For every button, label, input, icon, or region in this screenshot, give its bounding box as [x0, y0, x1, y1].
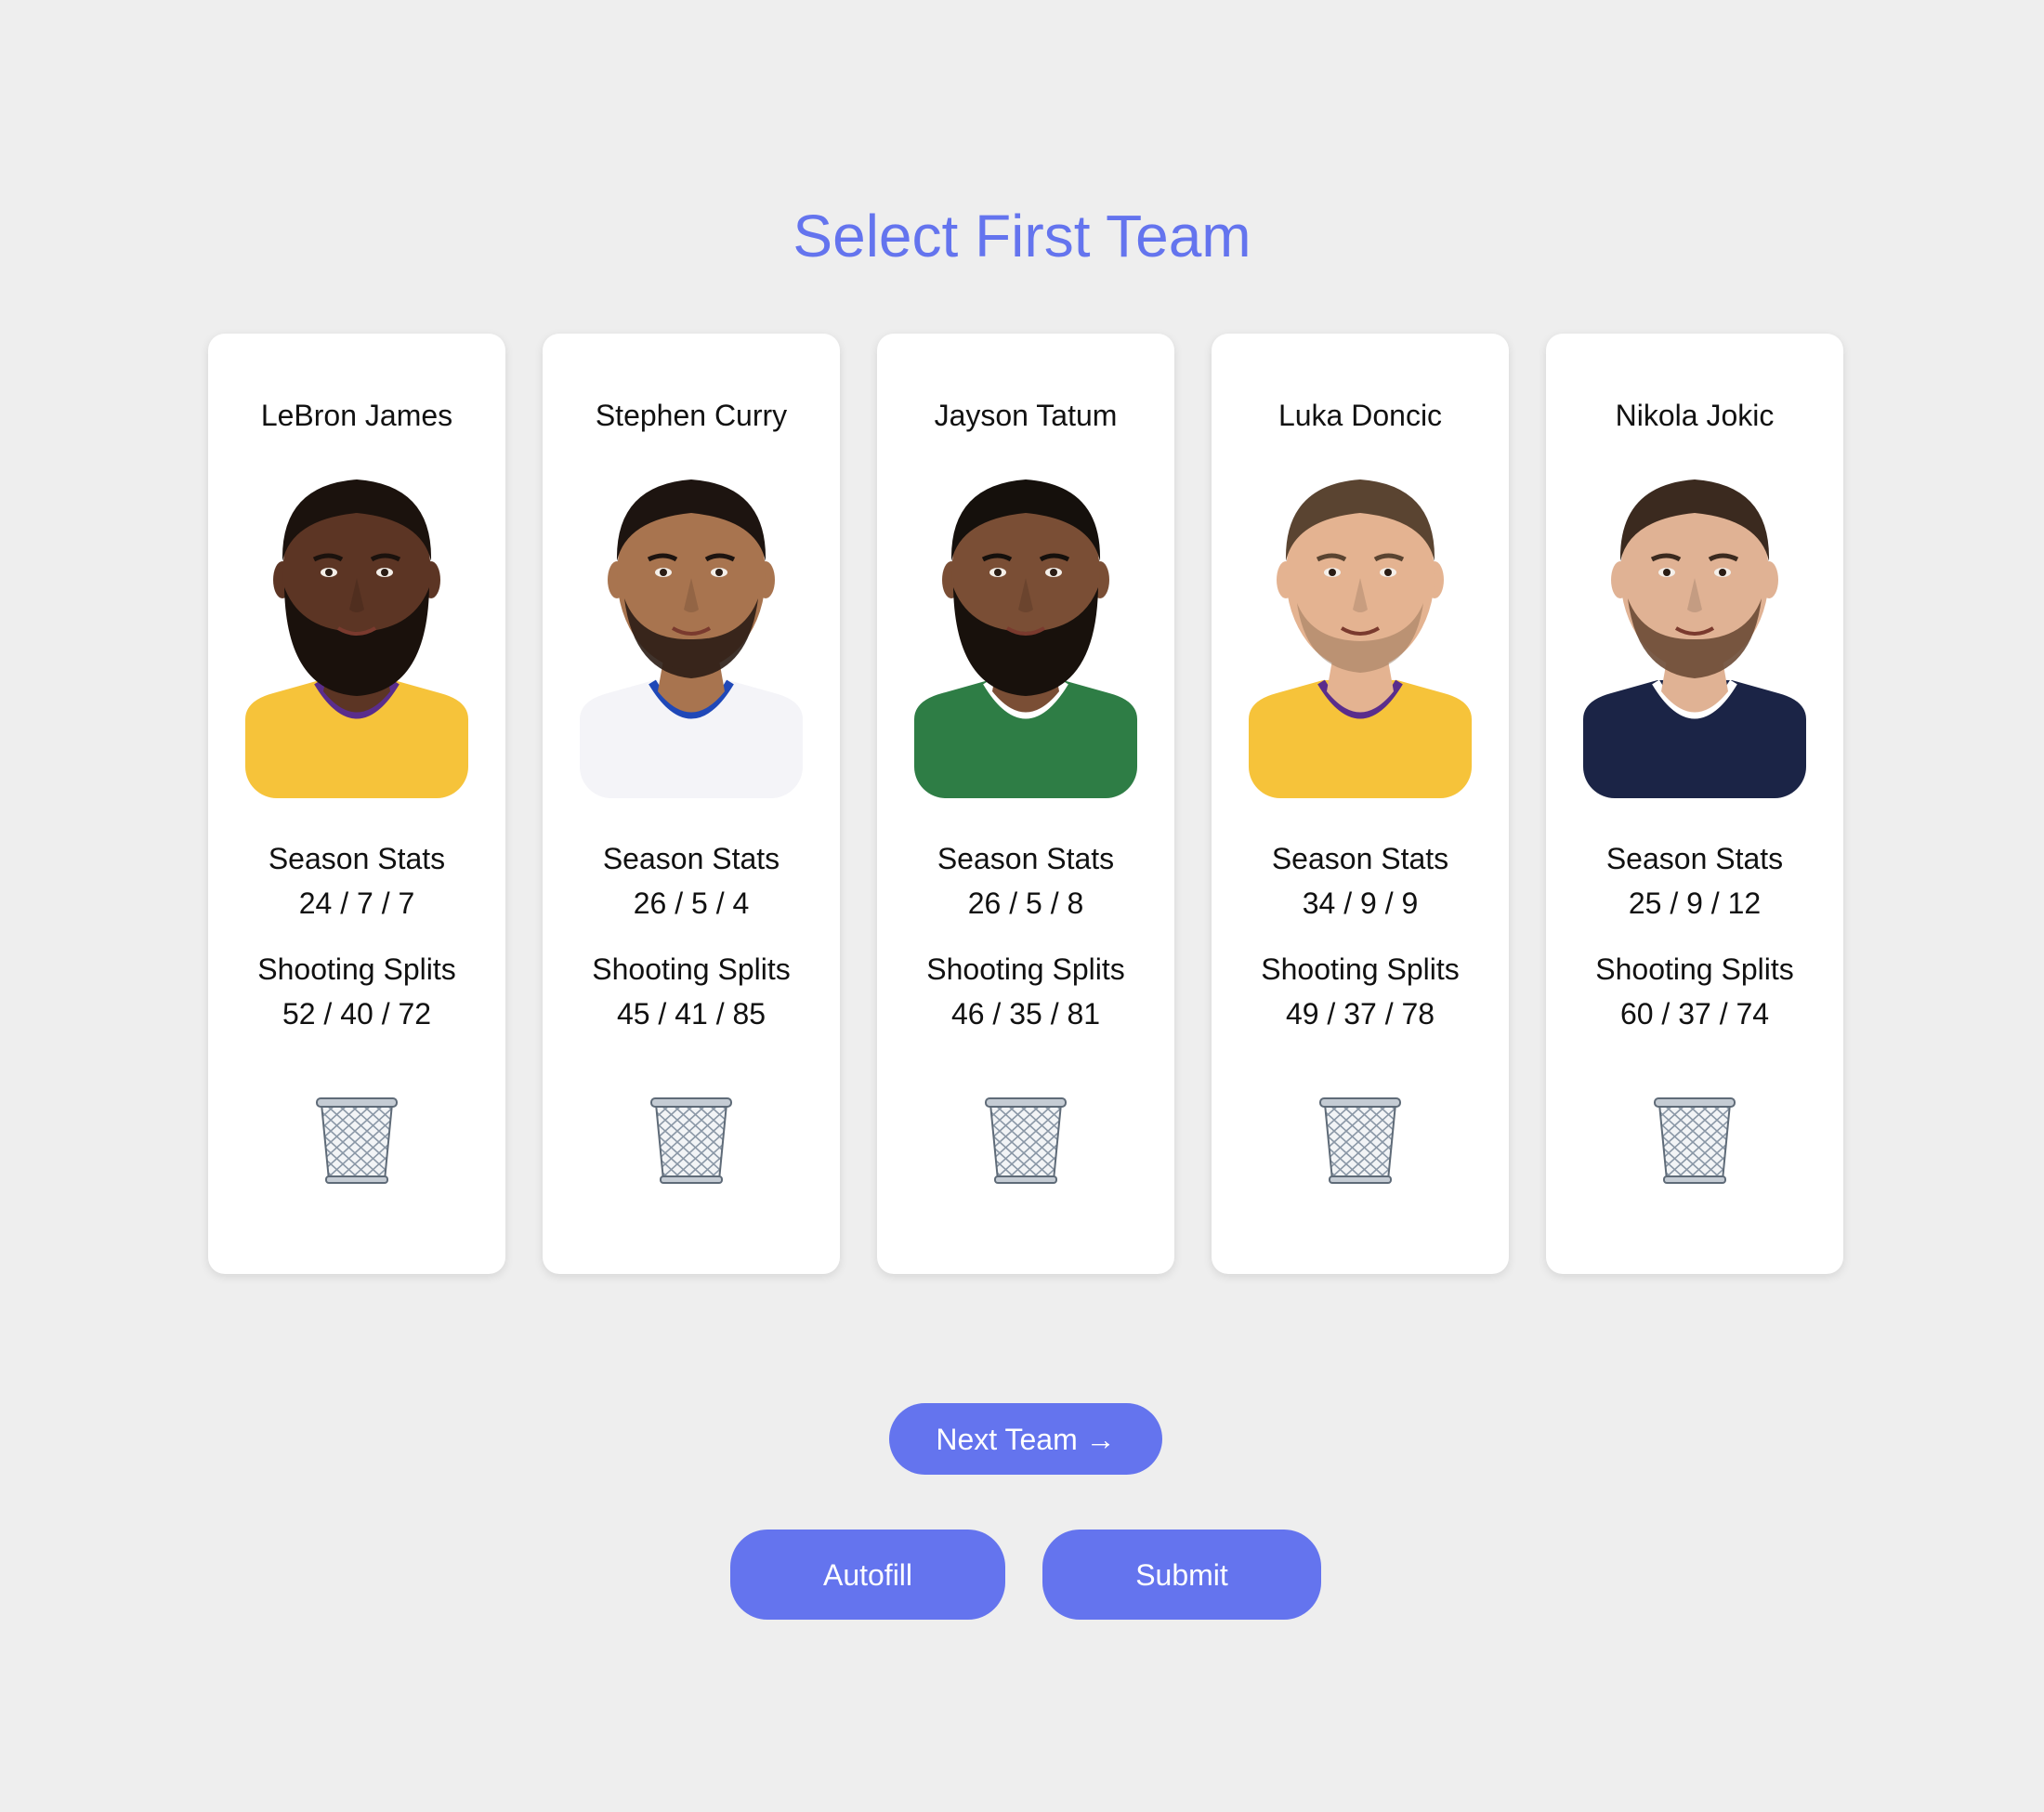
shooting-splits-label: Shooting Splits [257, 952, 456, 986]
player-photo [580, 468, 803, 798]
shooting-splits-label: Shooting Splits [592, 952, 791, 986]
season-stats-label: Season Stats [937, 842, 1115, 875]
season-stats-label: Season Stats [602, 842, 780, 875]
player-photo [914, 468, 1137, 798]
player-card: Luka Doncic Season Stats 34 / 9 / 9 Shoo… [1212, 334, 1509, 1274]
player-name: LeBron James [260, 399, 453, 432]
shooting-splits-value: 46 / 35 / 81 [950, 997, 1101, 1031]
page-title: Select First Team [793, 203, 1251, 269]
shooting-splits-label: Shooting Splits [1261, 952, 1460, 986]
shooting-splits-value: 52 / 40 / 72 [282, 997, 432, 1031]
season-stats-value: 25 / 9 / 12 [1628, 886, 1762, 920]
shooting-splits-label: Shooting Splits [1595, 952, 1794, 986]
player-name: Stephen Curry [595, 399, 788, 432]
shooting-splits-value: 49 / 37 / 78 [1285, 997, 1435, 1031]
player-card: Stephen Curry Season Stats 26 / 5 / 4 Sh… [543, 334, 840, 1274]
season-stats-value: 34 / 9 / 9 [1302, 886, 1419, 920]
player-card: Nikola Jokic Season Stats 25 / 9 / 12 Sh… [1546, 334, 1843, 1274]
player-name: Luka Doncic [1278, 399, 1443, 432]
shooting-splits-value: 45 / 41 / 85 [616, 997, 766, 1031]
season-stats-value: 26 / 5 / 4 [633, 886, 750, 920]
wastebasket-icon[interactable] [981, 1093, 1070, 1186]
season-stats-value: 24 / 7 / 7 [298, 886, 415, 920]
season-stats-label: Season Stats [1271, 842, 1449, 875]
season-stats-label: Season Stats [268, 842, 446, 875]
wastebasket-icon[interactable] [1316, 1093, 1405, 1186]
player-card: Jayson Tatum Season Stats 26 / 5 / 8 Sho… [877, 334, 1174, 1274]
player-photo [1249, 468, 1472, 798]
wastebasket-icon[interactable] [1650, 1093, 1739, 1186]
season-stats-value: 26 / 5 / 8 [967, 886, 1084, 920]
player-photo [1583, 468, 1806, 798]
player-card: LeBron James Season Stats 24 / 7 / 7 Sho… [208, 334, 505, 1274]
wastebasket-icon[interactable] [647, 1093, 736, 1186]
player-photo [245, 468, 468, 798]
shooting-splits-value: 60 / 37 / 74 [1619, 997, 1770, 1031]
shooting-splits-label: Shooting Splits [926, 952, 1125, 986]
player-name: Nikola Jokic [1615, 399, 1775, 432]
player-name: Jayson Tatum [934, 399, 1118, 432]
season-stats-label: Season Stats [1605, 842, 1784, 875]
next-team-button[interactable]: Next Team → [889, 1403, 1162, 1475]
autofill-button[interactable]: Autofill [730, 1530, 1005, 1620]
team-card-list: LeBron James Season Stats 24 / 7 / 7 Sho… [208, 334, 1843, 1274]
submit-button[interactable]: Submit [1042, 1530, 1321, 1620]
wastebasket-icon[interactable] [312, 1093, 401, 1186]
